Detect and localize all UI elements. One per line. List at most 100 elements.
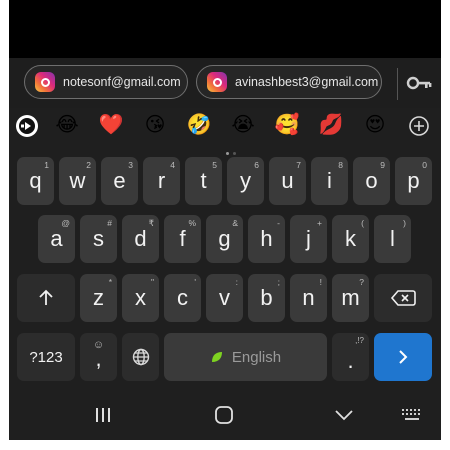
key-w[interactable]: 2w (59, 157, 96, 205)
key-hint: 7 (296, 160, 301, 170)
key-hint: % (188, 218, 196, 228)
key-label: ?123 (29, 348, 63, 366)
language-key[interactable] (122, 333, 159, 381)
key-label: w (69, 168, 86, 193)
key-label: i (327, 168, 332, 193)
key-label: m (341, 285, 360, 310)
keyboard-screen: notesonf@gmail.com avinashbest3@gmail.co… (9, 0, 441, 440)
emoji-suggestion[interactable]: 😂 (53, 112, 81, 138)
key-label: y (240, 168, 251, 193)
leaf-icon (211, 352, 222, 362)
shift-arrow-icon (39, 289, 53, 305)
key-j[interactable]: + j (290, 215, 327, 263)
sticker-app-icon[interactable] (15, 114, 39, 138)
key-label: h (260, 226, 273, 251)
emoji-suggestion-bar: 😂 ❤️ 😘 🤣 😭 🥰 💋 😍 (9, 108, 441, 144)
key-n[interactable]: ! n (290, 274, 327, 322)
emoji-suggestion[interactable]: 😍 (361, 112, 389, 138)
space-language-label: English (231, 348, 282, 366)
key-hint: 2 (86, 160, 91, 170)
symbols-key[interactable]: ?123 (17, 333, 75, 381)
period-key[interactable]: ,!? . (332, 333, 369, 381)
key-hint: 0 (422, 160, 427, 170)
emoji-suggestion[interactable]: 😭 (229, 112, 257, 138)
key-label: v (219, 285, 230, 310)
key-u[interactable]: 7u (269, 157, 306, 205)
key-a[interactable]: @ a (38, 215, 75, 263)
key-label: s (93, 226, 104, 251)
emoji-suggestion[interactable]: 🥰 (273, 112, 301, 138)
key-label: f (179, 226, 186, 251)
key-label: d (134, 226, 147, 251)
key-icon[interactable] (405, 72, 433, 94)
key-hint: 9 (380, 160, 385, 170)
app-content-area (9, 0, 441, 58)
key-hint: ' (194, 277, 196, 287)
account-suggestion-chip[interactable]: notesonf@gmail.com (24, 65, 188, 99)
key-v[interactable]: :v (206, 274, 243, 322)
key-p[interactable]: 0p (395, 157, 432, 205)
recents-icon[interactable] (93, 405, 113, 425)
key-label: k (345, 226, 356, 251)
globe-icon (132, 348, 149, 366)
key-c[interactable]: ' c (164, 274, 201, 322)
key-b[interactable]: ; b (248, 274, 285, 322)
key-x[interactable]: " x (122, 274, 159, 322)
key-l[interactable]: ) l (374, 215, 411, 263)
key-g[interactable]: & g (206, 215, 243, 263)
emoji-suggestion[interactable]: 😘 (141, 112, 169, 138)
key-label: r (157, 168, 166, 193)
key-hint: ! (319, 277, 322, 287)
key-o[interactable]: 9o (353, 157, 390, 205)
key-label: q (29, 168, 42, 193)
key-hint: @ (61, 218, 70, 228)
space-bar[interactable]: English (164, 333, 327, 381)
key-hint: 1 (44, 160, 49, 170)
emoji-suggestion[interactable]: 🤣 (185, 112, 213, 138)
emoji-suggestion[interactable]: ❤️ (97, 112, 125, 138)
key-label: , (95, 346, 102, 371)
key-label: t (200, 168, 207, 193)
chevron-down-icon[interactable] (333, 407, 355, 423)
key-hint: 4 (170, 160, 175, 170)
key-hint: & (232, 218, 238, 228)
key-label: a (50, 226, 63, 251)
key-hint: ,!? (355, 336, 364, 345)
key-e[interactable]: 3e (101, 157, 138, 205)
key-f[interactable]: % f (164, 215, 201, 263)
key-label: x (135, 285, 146, 310)
account-suggestion-chip[interactable]: avinashbest3@gmail.com (196, 65, 382, 99)
key-s[interactable]: # s (80, 215, 117, 263)
key-h[interactable]: -h (248, 215, 285, 263)
key-hint: * (108, 277, 112, 287)
comma-key[interactable]: ☺ , (80, 333, 117, 381)
key-m[interactable]: ? m (332, 274, 369, 322)
key-hint: # (107, 218, 112, 228)
key-y[interactable]: 6y (227, 157, 264, 205)
key-hint: " (150, 277, 154, 287)
key-hint: ; (277, 277, 280, 287)
key-hint: 3 (128, 160, 133, 170)
key-q[interactable]: 1q (17, 157, 54, 205)
key-t[interactable]: 5t (185, 157, 222, 205)
shift-key[interactable] (17, 274, 75, 322)
key-hint: - (277, 218, 280, 228)
key-hint: ) (403, 218, 406, 228)
key-hint: 5 (212, 160, 217, 170)
key-i[interactable]: 8i (311, 157, 348, 205)
home-icon[interactable] (213, 405, 235, 425)
key-label: u (281, 168, 294, 193)
enter-key[interactable] (374, 333, 432, 381)
key-k[interactable]: (k (332, 215, 369, 263)
key-z[interactable]: * z (80, 274, 117, 322)
keyboard-icon[interactable] (401, 408, 423, 422)
autofill-suggestion-bar: notesonf@gmail.com avinashbest3@gmail.co… (9, 58, 441, 108)
key-r[interactable]: 4r (143, 157, 180, 205)
backspace-key[interactable] (374, 274, 432, 322)
instagram-icon (207, 72, 227, 92)
backspace-icon (390, 290, 416, 306)
key-hint: 8 (338, 160, 343, 170)
emoji-suggestion[interactable]: 💋 (317, 112, 345, 138)
plus-circle-icon[interactable] (408, 115, 430, 137)
key-d[interactable]: ₹ d (122, 215, 159, 263)
